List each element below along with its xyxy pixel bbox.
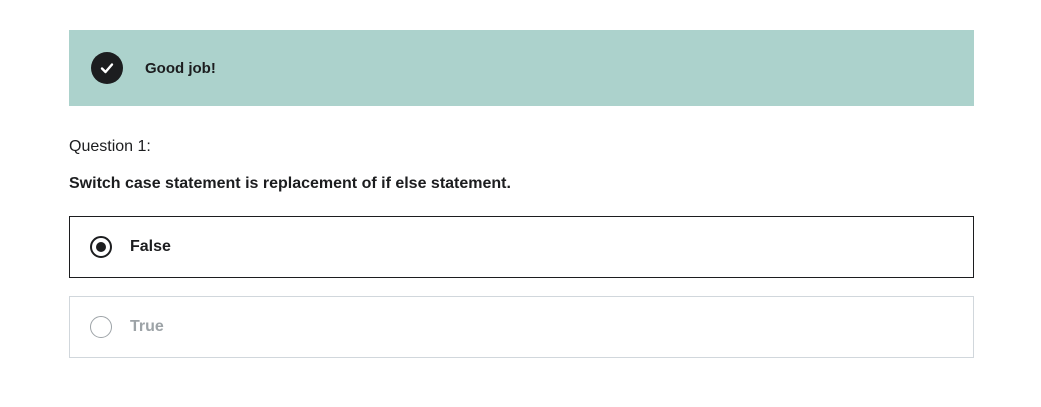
radio-unselected-icon[interactable] (90, 316, 112, 338)
check-circle-icon (91, 52, 123, 84)
answer-option-false[interactable]: False (69, 216, 974, 278)
feedback-message: Good job! (145, 59, 216, 77)
radio-selected-icon[interactable] (90, 236, 112, 258)
answer-option-label: True (130, 318, 164, 335)
answer-option-label: False (130, 238, 171, 255)
question-number: Question 1: (69, 138, 151, 155)
answer-option-true[interactable]: True (69, 296, 974, 358)
question-prompt: Switch case statement is replacement of … (69, 175, 511, 192)
feedback-banner: Good job! (69, 30, 974, 106)
